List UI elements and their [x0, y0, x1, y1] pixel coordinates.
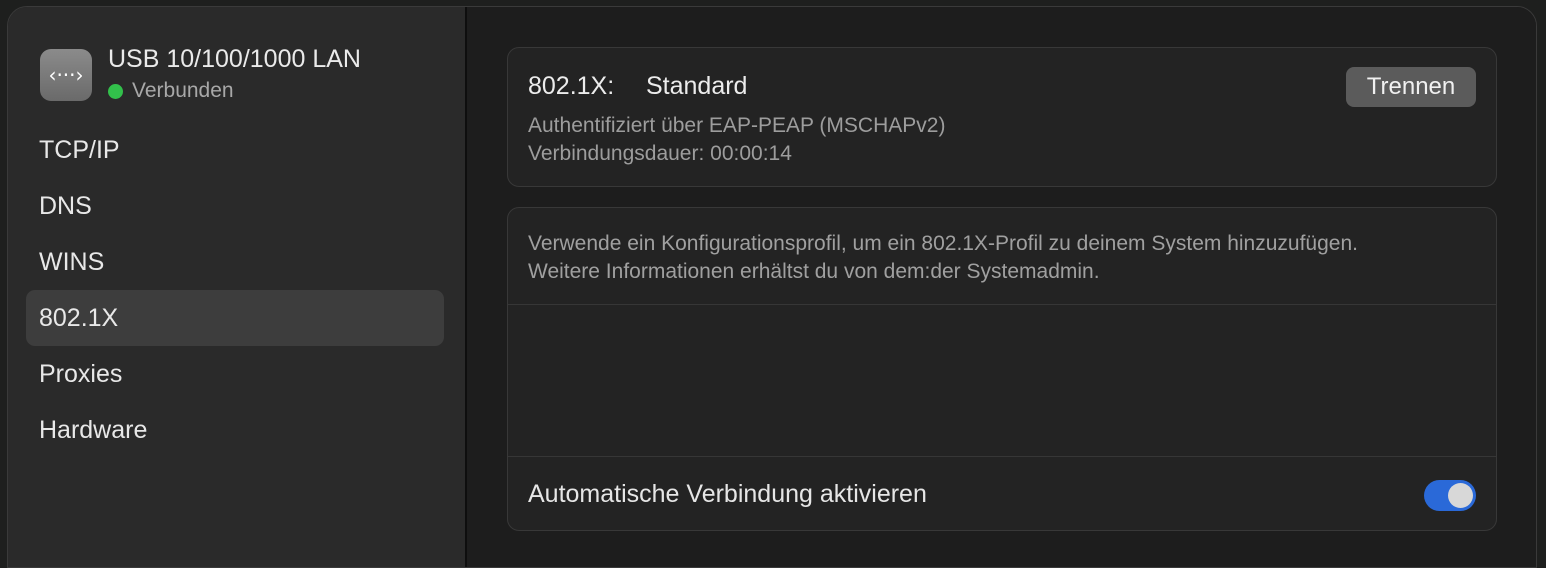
sidebar-item-wins[interactable]: WINS [26, 234, 444, 290]
connection-value: Standard [646, 72, 748, 100]
divider [508, 456, 1496, 457]
profile-info-line-2: Weitere Informationen erhältst du von de… [528, 260, 1100, 283]
device-status: Verbunden [108, 79, 234, 103]
auto-connect-toggle[interactable] [1424, 480, 1476, 511]
connection-row: 802.1X: Standard [528, 72, 747, 101]
divider [508, 304, 1496, 305]
device-status-label: Verbunden [132, 79, 234, 102]
toggle-knob [1448, 483, 1473, 508]
connection-label: 802.1X: [528, 72, 615, 100]
auth-method-text: Authentifiziert über EAP-PEAP (MSCHAPv2) [528, 114, 946, 137]
sidebar-item-proxies[interactable]: Proxies [26, 346, 444, 402]
sidebar: ‹···› USB 10/100/1000 LAN Verbunden TCP/… [8, 7, 467, 567]
auto-connect-label: Automatische Verbindung aktivieren [528, 480, 927, 508]
sidebar-item-dns[interactable]: DNS [26, 178, 444, 234]
disconnect-button[interactable]: Trennen [1346, 67, 1476, 107]
connection-duration-text: Verbindungsdauer: 00:00:14 [528, 142, 792, 165]
sidebar-item-tcpip[interactable]: TCP/IP [26, 122, 444, 178]
status-dot-icon [108, 83, 123, 99]
sidebar-nav: TCP/IP DNS WINS 802.1X Proxies Hardware [26, 122, 444, 458]
network-ethernet-icon: ‹···› [40, 49, 92, 101]
profile-info-line-1: Verwende ein Konfigurationsprofil, um ei… [528, 232, 1358, 255]
network-settings-window: ‹···› USB 10/100/1000 LAN Verbunden TCP/… [7, 6, 1537, 568]
sidebar-item-8021x[interactable]: 802.1X [26, 290, 444, 346]
profile-info-text: Verwende ein Konfigurationsprofil, um ei… [528, 230, 1358, 286]
detail-pane: 802.1X: Standard Authentifiziert über EA… [467, 7, 1536, 567]
connection-card: 802.1X: Standard Authentifiziert über EA… [507, 47, 1497, 187]
device-name: USB 10/100/1000 LAN [108, 45, 361, 73]
profile-card: Verwende ein Konfigurationsprofil, um ei… [507, 207, 1497, 531]
sidebar-item-hardware[interactable]: Hardware [26, 402, 444, 458]
